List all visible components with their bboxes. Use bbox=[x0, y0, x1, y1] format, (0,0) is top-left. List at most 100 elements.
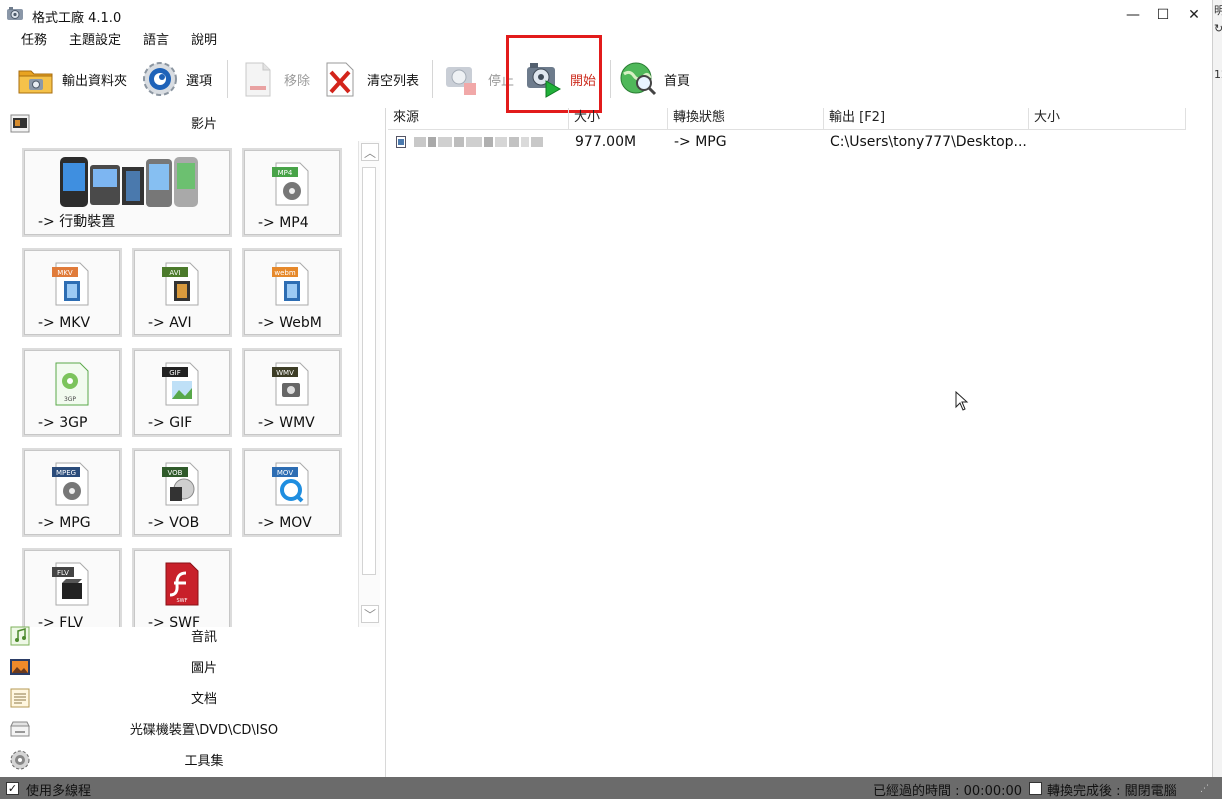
after-done-label: 轉換完成後 : 關閉電腦 bbox=[1047, 784, 1177, 799]
cell-size: 977.00M bbox=[575, 134, 637, 150]
category-tools[interactable]: 工具集 bbox=[0, 745, 386, 774]
folder-icon bbox=[18, 70, 53, 94]
tile-wmv-label: -> WMV bbox=[258, 415, 315, 431]
cell-source bbox=[388, 130, 569, 154]
tile-avi-label: -> AVI bbox=[148, 315, 192, 331]
globe-search-icon bbox=[620, 62, 657, 96]
tile-avi[interactable]: AVI -> AVI bbox=[132, 248, 232, 337]
category-video-label: 影片 bbox=[190, 117, 217, 132]
svg-text:MPEG: MPEG bbox=[56, 469, 76, 477]
avi-file-icon: AVI bbox=[162, 262, 199, 306]
col-output[interactable]: 輸出 [F2] bbox=[824, 108, 1029, 130]
svg-text:VOB: VOB bbox=[168, 469, 183, 477]
format-factory-app-icon bbox=[7, 7, 23, 20]
category-panel: 影片 -> 行動裝置 MP4 -> MP4 MKV -> MKV AVI -> … bbox=[0, 108, 386, 777]
tile-webm[interactable]: webm -> WebM bbox=[242, 248, 342, 337]
svg-text:MP4: MP4 bbox=[278, 169, 293, 177]
tile-mov[interactable]: MOV -> MOV bbox=[242, 448, 342, 537]
video-format-grid: -> 行動裝置 MP4 -> MP4 MKV -> MKV AVI -> AVI… bbox=[0, 141, 382, 627]
toolbar-separator bbox=[610, 60, 611, 98]
task-list-header: 來源 大小 轉換狀態 輸出 [F2] 大小 bbox=[388, 108, 1186, 130]
svg-text:WMV: WMV bbox=[276, 369, 294, 377]
cell-output-size bbox=[1029, 130, 1186, 154]
svg-text:MKV: MKV bbox=[57, 269, 73, 277]
remove-label: 移除 bbox=[284, 73, 311, 89]
remove-button[interactable]: 移除 bbox=[238, 58, 310, 100]
stop-button[interactable]: 停止 bbox=[442, 58, 514, 100]
category-audio[interactable]: 音訊 bbox=[0, 621, 386, 650]
mkv-file-icon: MKV bbox=[52, 262, 89, 306]
cell-output: C:\Users\tony777\Desktop... bbox=[830, 134, 1027, 150]
document-remove-icon bbox=[245, 62, 271, 97]
vob-file-icon: VOB bbox=[162, 462, 199, 506]
clear-list-button[interactable]: 清空列表 bbox=[321, 58, 419, 100]
maximize-button[interactable]: ☐ bbox=[1148, 4, 1178, 26]
tile-mp4[interactable]: MP4 -> MP4 bbox=[242, 148, 342, 237]
tile-mobile[interactable]: -> 行動裝置 bbox=[22, 148, 232, 237]
tile-flv[interactable]: FLV -> FLV bbox=[22, 548, 122, 627]
after-done-checkbox[interactable] bbox=[1029, 782, 1042, 795]
svg-text:GIF: GIF bbox=[169, 369, 181, 377]
tile-mpg-label: -> MPG bbox=[38, 515, 91, 531]
output-folder-label: 輸出資料夾 bbox=[62, 73, 128, 89]
category-video[interactable]: 影片 bbox=[0, 108, 386, 137]
tile-3gp-label: -> 3GP bbox=[38, 415, 88, 431]
tile-mkv[interactable]: MKV -> MKV bbox=[22, 248, 122, 337]
minimize-button[interactable]: — bbox=[1118, 4, 1148, 26]
multithread-checkbox[interactable]: ✓ bbox=[6, 782, 19, 795]
flv-file-icon: FLV bbox=[52, 562, 89, 606]
close-button[interactable]: ✕ bbox=[1179, 4, 1209, 26]
tile-swf[interactable]: SWF -> SWF bbox=[132, 548, 232, 627]
category-image[interactable]: 圖片 bbox=[0, 652, 386, 681]
table-row[interactable]: 977.00M -> MPG C:\Users\tony777\Desktop.… bbox=[388, 130, 1186, 154]
clear-list-label: 清空列表 bbox=[367, 73, 420, 89]
tile-3gp[interactable]: 3GP -> 3GP bbox=[22, 348, 122, 437]
col-status[interactable]: 轉換狀態 bbox=[668, 108, 824, 130]
tile-mkv-label: -> MKV bbox=[38, 315, 91, 331]
col-output-size[interactable]: 大小 bbox=[1029, 108, 1186, 130]
category-document[interactable]: 文档 bbox=[0, 683, 386, 712]
blurred-filename bbox=[406, 130, 543, 154]
col-size[interactable]: 大小 bbox=[569, 108, 668, 130]
mouse-cursor-icon bbox=[955, 391, 969, 411]
mpeg-file-icon: MPEG bbox=[52, 462, 89, 506]
menu-language[interactable]: 語言 bbox=[132, 30, 180, 52]
film-clapper-icon bbox=[10, 114, 30, 132]
tile-gif[interactable]: GIF -> GIF bbox=[132, 348, 232, 437]
mp4-file-icon: MP4 bbox=[272, 162, 309, 206]
home-button[interactable]: 首頁 bbox=[618, 58, 690, 100]
tile-mp4-label: -> MP4 bbox=[258, 215, 309, 231]
svg-text:FLV: FLV bbox=[57, 569, 69, 577]
tile-mpg[interactable]: MPEG -> MPG bbox=[22, 448, 122, 537]
stop-icon bbox=[446, 67, 476, 95]
svg-text:MOV: MOV bbox=[277, 469, 293, 477]
tile-mobile-label: -> 行動裝置 bbox=[38, 214, 116, 230]
tile-mov-label: -> MOV bbox=[258, 515, 312, 531]
category-disc-label: 光碟機裝置\DVD\CD\ISO bbox=[129, 723, 279, 738]
document-icon bbox=[10, 688, 30, 707]
tile-wmv[interactable]: WMV -> WMV bbox=[242, 348, 342, 437]
resize-grip-icon[interactable]: ⋰ bbox=[1200, 784, 1209, 794]
menu-theme[interactable]: 主題設定 bbox=[58, 30, 132, 52]
menu-bar: 任務 主題設定 語言 說明 bbox=[0, 30, 228, 52]
title-bar: 格式工廠 4.1.0 — ☐ ✕ bbox=[0, 0, 1212, 30]
elapsed-time: 已經過的時間 : 00:00:00 bbox=[873, 784, 1023, 799]
file-icon bbox=[396, 136, 406, 148]
menu-help[interactable]: 說明 bbox=[180, 30, 228, 52]
col-source[interactable]: 來源 bbox=[388, 108, 569, 130]
scroll-thumb[interactable] bbox=[362, 167, 376, 575]
menu-task[interactable]: 任務 bbox=[0, 30, 58, 52]
options-button[interactable]: 選項 bbox=[140, 58, 212, 100]
output-folder-button[interactable]: 輸出資料夾 bbox=[16, 58, 127, 100]
tiles-scrollbar[interactable]: ︿ ﹀ bbox=[358, 141, 380, 627]
toolbar-separator bbox=[227, 60, 228, 98]
category-audio-label: 音訊 bbox=[190, 630, 217, 645]
scroll-up-arrow-icon[interactable]: ︿ bbox=[361, 143, 379, 161]
svg-text:AVI: AVI bbox=[169, 269, 180, 277]
category-disc[interactable]: 光碟機裝置\DVD\CD\ISO bbox=[0, 714, 386, 743]
swf-file-icon: SWF bbox=[165, 562, 199, 606]
status-bar: ✓ 使用多線程 已經過的時間 : 00:00:00 轉換完成後 : 關閉電腦 ⋰ bbox=[0, 777, 1222, 799]
music-note-icon bbox=[10, 626, 30, 645]
gear-icon bbox=[143, 62, 177, 96]
tile-vob[interactable]: VOB -> VOB bbox=[132, 448, 232, 537]
